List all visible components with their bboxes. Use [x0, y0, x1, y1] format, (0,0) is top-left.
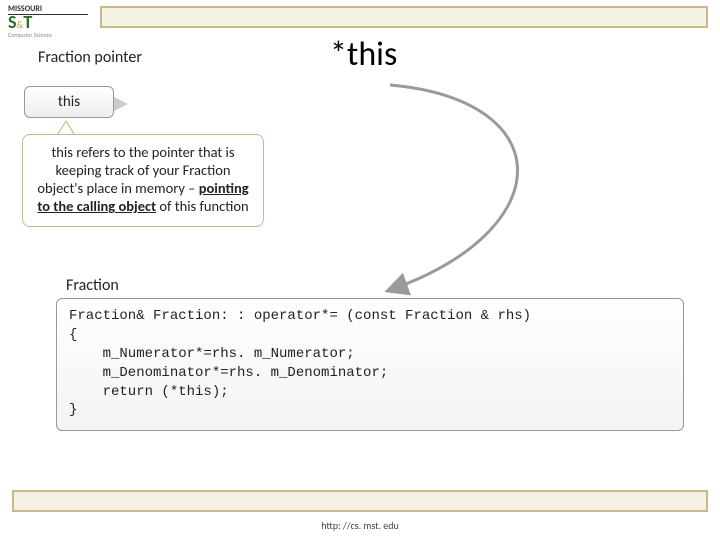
logo: MISSOURI S&T Computer Science — [8, 4, 88, 34]
top-decor-bar — [100, 6, 708, 28]
this-arrowhead-icon — [114, 97, 128, 111]
explanation-callout: this refers to the pointer that is keepi… — [22, 134, 264, 227]
this-pointer-label: this — [58, 93, 80, 111]
subtitle: Fraction pointer — [38, 48, 142, 67]
explain-post: of this function — [156, 197, 249, 215]
code-block: Fraction& Fraction: : operator*= (const … — [56, 298, 684, 431]
bottom-decor-bar — [12, 490, 708, 512]
footer-url: http: //cs. mst. edu — [0, 519, 720, 532]
fraction-label: Fraction — [66, 276, 119, 295]
logo-s: S — [8, 11, 17, 33]
this-pointer-box: this — [24, 86, 114, 118]
page-title: *this — [330, 34, 397, 75]
logo-sub: Computer Science — [8, 31, 88, 39]
logo-t: T — [23, 11, 32, 33]
logo-line1: MISSOURI — [8, 4, 88, 15]
